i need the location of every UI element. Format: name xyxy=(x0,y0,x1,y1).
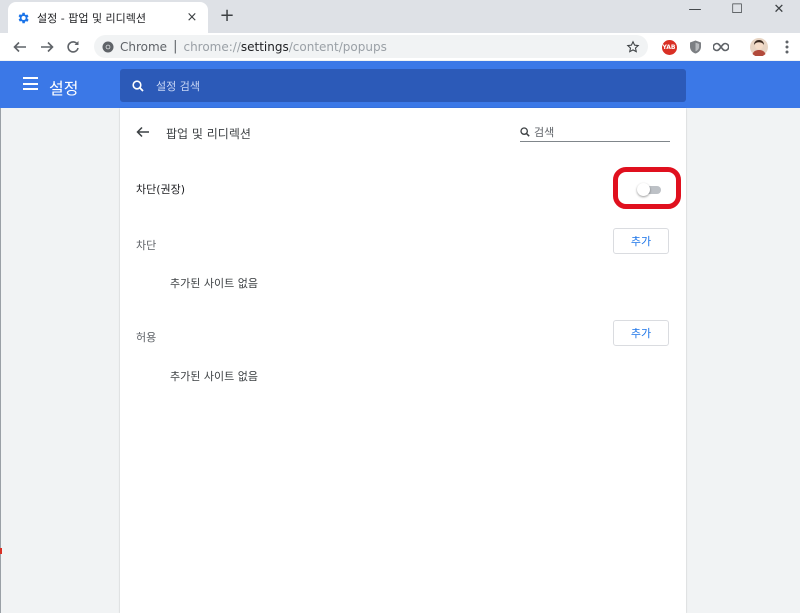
settings-header: 설정 설정 검색 xyxy=(0,61,800,108)
block-popups-toggle[interactable] xyxy=(637,183,663,196)
subpage-search-input[interactable]: 검색 xyxy=(520,123,670,142)
avatar-icon xyxy=(750,38,768,56)
chrome-label: Chrome xyxy=(120,39,168,54)
search-icon xyxy=(520,127,530,137)
url-text: chrome://settings/content/popups xyxy=(183,39,387,54)
chrome-logo-icon xyxy=(102,41,114,52)
forward-button[interactable] xyxy=(36,36,58,58)
allow-section-label: 허용 xyxy=(136,331,157,344)
subpage-title: 팝업 및 리디렉션 xyxy=(166,127,251,141)
search-placeholder: 설정 검색 xyxy=(156,79,200,93)
arrow-left-icon xyxy=(136,126,149,138)
toggle-knob xyxy=(637,183,650,196)
highlight-annotation xyxy=(613,167,681,209)
left-edge xyxy=(0,108,1,613)
browser-toolbar: Chrome | chrome://settings/content/popup… xyxy=(0,33,800,60)
minimize-button[interactable]: — xyxy=(674,0,716,18)
bookmark-star-icon[interactable] xyxy=(626,40,640,54)
shield-extension-button[interactable] xyxy=(686,38,704,56)
tab-title: 설정 - 팝업 및 리디렉션 xyxy=(37,11,147,25)
page-title: 설정 xyxy=(49,79,79,98)
window-controls: — ☐ ✕ xyxy=(674,0,800,20)
back-arrow-button[interactable] xyxy=(136,124,154,142)
popups-settings-card: 팝업 및 리디렉션 검색 차단(권장) 차단 추가 추가된 사이트 없음 허용 … xyxy=(120,108,686,613)
chrome-menu-button[interactable] xyxy=(778,38,796,56)
new-tab-button[interactable]: + xyxy=(216,6,238,28)
yab-extension-button[interactable]: YAB xyxy=(660,38,678,56)
yab-extension-icon: YAB xyxy=(661,39,677,55)
reload-icon xyxy=(67,41,79,53)
block-recommended-label: 차단(권장) xyxy=(136,183,186,196)
settings-search-input[interactable]: 설정 검색 xyxy=(120,69,686,102)
block-section-label: 차단 xyxy=(136,239,157,252)
search-icon xyxy=(132,79,144,92)
infinity-icon xyxy=(713,42,729,52)
maximize-button[interactable]: ☐ xyxy=(716,0,758,18)
profile-button[interactable] xyxy=(750,38,768,56)
back-button[interactable] xyxy=(9,36,31,58)
add-allowed-site-button[interactable]: 추가 xyxy=(613,320,669,346)
add-blocked-site-button[interactable]: 추가 xyxy=(613,228,669,254)
tab-settings[interactable]: 설정 - 팝업 및 리디렉션 × xyxy=(8,2,208,33)
block-empty-text: 추가된 사이트 없음 xyxy=(170,277,258,290)
arrow-right-icon xyxy=(41,41,54,53)
subpage-header: 팝업 및 리디렉션 검색 xyxy=(120,108,686,158)
reload-button[interactable] xyxy=(62,36,84,58)
subpage-search-placeholder: 검색 xyxy=(534,126,555,139)
close-window-button[interactable]: ✕ xyxy=(758,0,800,18)
gear-icon xyxy=(18,12,29,23)
allow-empty-text: 추가된 사이트 없음 xyxy=(170,370,258,383)
kebab-menu-icon xyxy=(785,40,789,54)
arrow-left-icon xyxy=(13,41,26,53)
address-bar[interactable]: Chrome | chrome://settings/content/popup… xyxy=(94,35,648,58)
tab-strip: 설정 - 팝업 및 리디렉션 × + — ☐ ✕ xyxy=(0,0,800,33)
url-separator: | xyxy=(173,39,178,54)
left-edge-mark xyxy=(0,548,2,554)
tab-close-icon[interactable]: × xyxy=(184,10,200,25)
infinity-extension-button[interactable] xyxy=(712,38,730,56)
shield-icon xyxy=(689,40,701,54)
hamburger-menu-icon[interactable] xyxy=(23,77,38,90)
